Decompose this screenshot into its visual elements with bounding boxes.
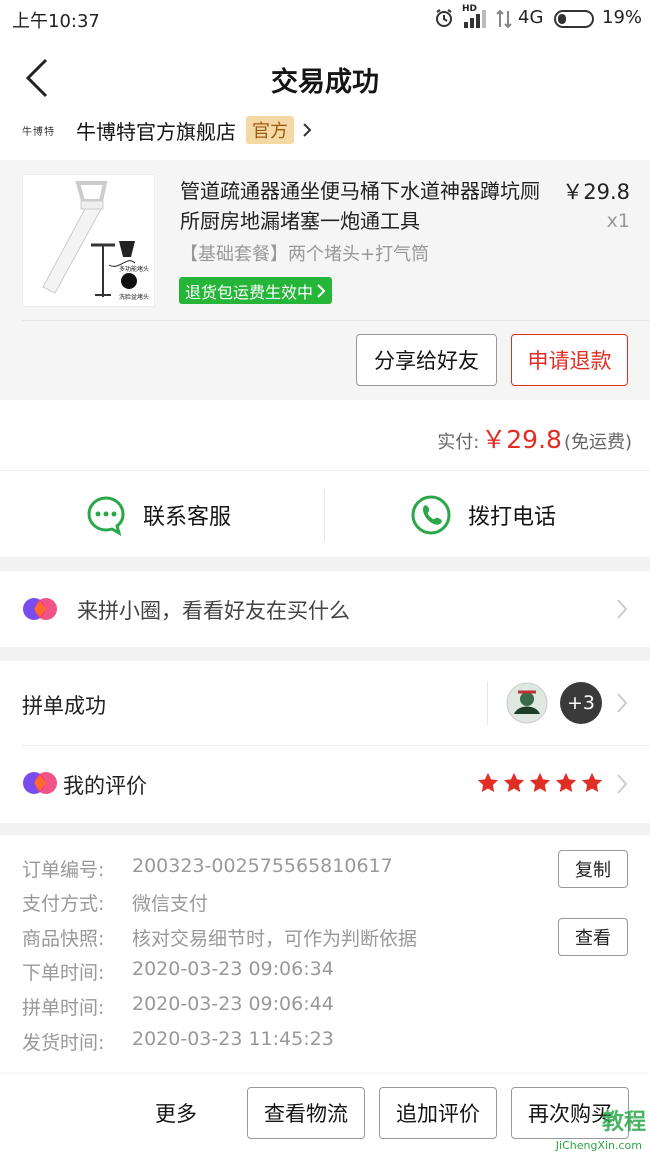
order-info: 订单编号: 200323-002575565810617 支付方式: 微信支付 … — [0, 835, 650, 1087]
contact-section: 联系客服 拨打电话 — [0, 470, 650, 557]
chevron-right-icon — [317, 283, 326, 298]
watermark-logo: 教程 — [601, 1110, 646, 1135]
star-icon — [555, 772, 577, 792]
avatar — [506, 682, 548, 724]
shipping-note: (免运费) — [563, 432, 632, 453]
battery-percent: 19% — [602, 7, 643, 28]
refund-shipping-tag[interactable]: 退货包运费生效中 — [179, 277, 333, 304]
copy-button[interactable]: 复制 — [558, 850, 628, 888]
group-time-row: 拼单时间: 2020-03-23 09:06:44 — [22, 993, 334, 1020]
status-time: 上午10:37 — [12, 11, 100, 32]
paid-amount: ￥29.8 — [481, 425, 562, 454]
bottom-action-bar: 更多 查看物流 追加评价 再次购买 教程 — [0, 1074, 650, 1155]
call-phone-label: 拨打电话 — [468, 504, 557, 530]
plunger-illustration: 多功能堵头 洗脸盆堵头 — [42, 181, 149, 301]
group-section: 拼单成功 +3 我的评价 — [0, 661, 650, 823]
alarm-icon — [436, 9, 452, 27]
order-number-row: 订单编号: 200323-002575565810617 — [22, 855, 393, 882]
header: 交易成功 牛博特 牛博特官方旗舰店 官方 — [0, 38, 650, 160]
info-key: 订单编号: — [22, 859, 105, 881]
product-image[interactable]: 多功能堵头 洗脸盆堵头 — [22, 174, 155, 307]
chat-bubble-icon — [87, 495, 125, 536]
contact-service-button[interactable]: 联系客服 — [85, 471, 231, 558]
view-snapshot-button[interactable]: 查看 — [558, 918, 628, 956]
chevron-right-icon — [617, 693, 628, 713]
circle-logo-icon — [23, 598, 57, 620]
image-label-1: 多功能堵头 — [119, 265, 149, 273]
contact-service-label: 联系客服 — [143, 504, 232, 530]
view-logistics-button[interactable]: 查看物流 — [247, 1087, 365, 1139]
info-key: 拼单时间: — [22, 997, 105, 1019]
star-icon — [503, 772, 525, 792]
info-key: 商品快照: — [22, 928, 105, 950]
data-transfer-icon — [496, 9, 512, 29]
info-key: 下单时间: — [22, 962, 105, 984]
divider — [22, 320, 650, 321]
call-phone-button[interactable]: 拨打电话 — [410, 471, 556, 558]
ship-time: 2020-03-23 11:45:23 — [132, 1028, 334, 1050]
payment-method-row: 支付方式: 微信支付 — [22, 889, 208, 916]
star-icon — [529, 772, 551, 792]
extra-members-count: +3 — [560, 682, 602, 724]
payment-summary: 实付: ￥29.8 (免运费) — [0, 400, 650, 470]
product-spec: 【基础套餐】两个堵头+打气筒 — [180, 244, 430, 265]
order-time: 2020-03-23 09:06:34 — [132, 958, 334, 980]
star-icon — [477, 772, 499, 792]
product-quantity: x1 — [606, 210, 630, 232]
network-type: 4G — [518, 7, 544, 28]
chevron-right-icon — [617, 774, 628, 794]
divider — [324, 489, 325, 541]
circle-text: 来拼小圈，看看好友在买什么 — [77, 599, 350, 623]
chevron-right-icon — [303, 123, 312, 137]
share-button[interactable]: 分享给好友 — [356, 334, 497, 386]
divider — [487, 681, 488, 725]
product-name[interactable]: 管道疏通器通坐便马桶下水道神器蹲坑厕所厨房地漏堵塞一炮通工具 — [180, 176, 550, 236]
payment-method: 微信支付 — [132, 893, 209, 915]
chevron-right-icon — [617, 599, 628, 619]
store-logo: 牛博特 — [22, 126, 55, 138]
product-card: 多功能堵头 洗脸盆堵头 管道疏通器通坐便马桶下水道神器蹲坑厕所厨房地漏堵塞一炮通… — [0, 160, 650, 400]
more-button[interactable]: 更多 — [155, 1098, 197, 1128]
paid-label: 实付: — [437, 432, 480, 453]
group-time: 2020-03-23 09:06:44 — [132, 993, 334, 1015]
my-review-label: 我的评价 — [63, 774, 147, 798]
rating-stars — [477, 772, 603, 794]
add-review-button[interactable]: 追加评价 — [379, 1087, 497, 1139]
snapshot-text: 核对交易细节时，可作为判断依据 — [132, 928, 418, 950]
review-logo-icon — [23, 772, 57, 794]
page-title: 交易成功 — [271, 67, 379, 98]
refund-button[interactable]: 申请退款 — [511, 334, 628, 386]
watermark-url: JiChengXin.com — [555, 1139, 642, 1152]
ship-time-row: 发货时间: 2020-03-23 11:45:23 — [22, 1028, 334, 1055]
my-review-row[interactable]: 我的评价 — [0, 746, 650, 823]
refund-tag-label: 退货包运费生效中 — [185, 282, 314, 302]
star-icon — [581, 772, 603, 792]
group-buy-label: 拼单成功 — [22, 694, 106, 718]
store-name[interactable]: 牛博特官方旗舰店 — [76, 116, 236, 145]
snapshot-row: 商品快照: 核对交易细节时，可作为判断依据 — [22, 924, 417, 951]
order-number: 200323-002575565810617 — [132, 855, 393, 877]
phone-icon — [411, 495, 451, 534]
store-row[interactable]: 牛博特 牛博特官方旗舰店 官方 — [22, 114, 312, 146]
official-badge: 官方 — [246, 116, 294, 144]
battery-icon — [554, 10, 594, 28]
signal-icon — [464, 10, 486, 28]
status-bar: 上午10:37 HD 4G 19% — [0, 0, 650, 38]
group-buy-row[interactable]: 拼单成功 +3 — [0, 661, 650, 745]
product-price: ￥29.8 — [562, 180, 630, 204]
info-key: 支付方式: — [22, 893, 105, 915]
friend-circle-row[interactable]: 来拼小圈，看看好友在买什么 — [0, 571, 650, 647]
order-time-row: 下单时间: 2020-03-23 09:06:34 — [22, 958, 334, 985]
info-key: 发货时间: — [22, 1032, 105, 1054]
image-label-2: 洗脸盆堵头 — [119, 293, 149, 301]
